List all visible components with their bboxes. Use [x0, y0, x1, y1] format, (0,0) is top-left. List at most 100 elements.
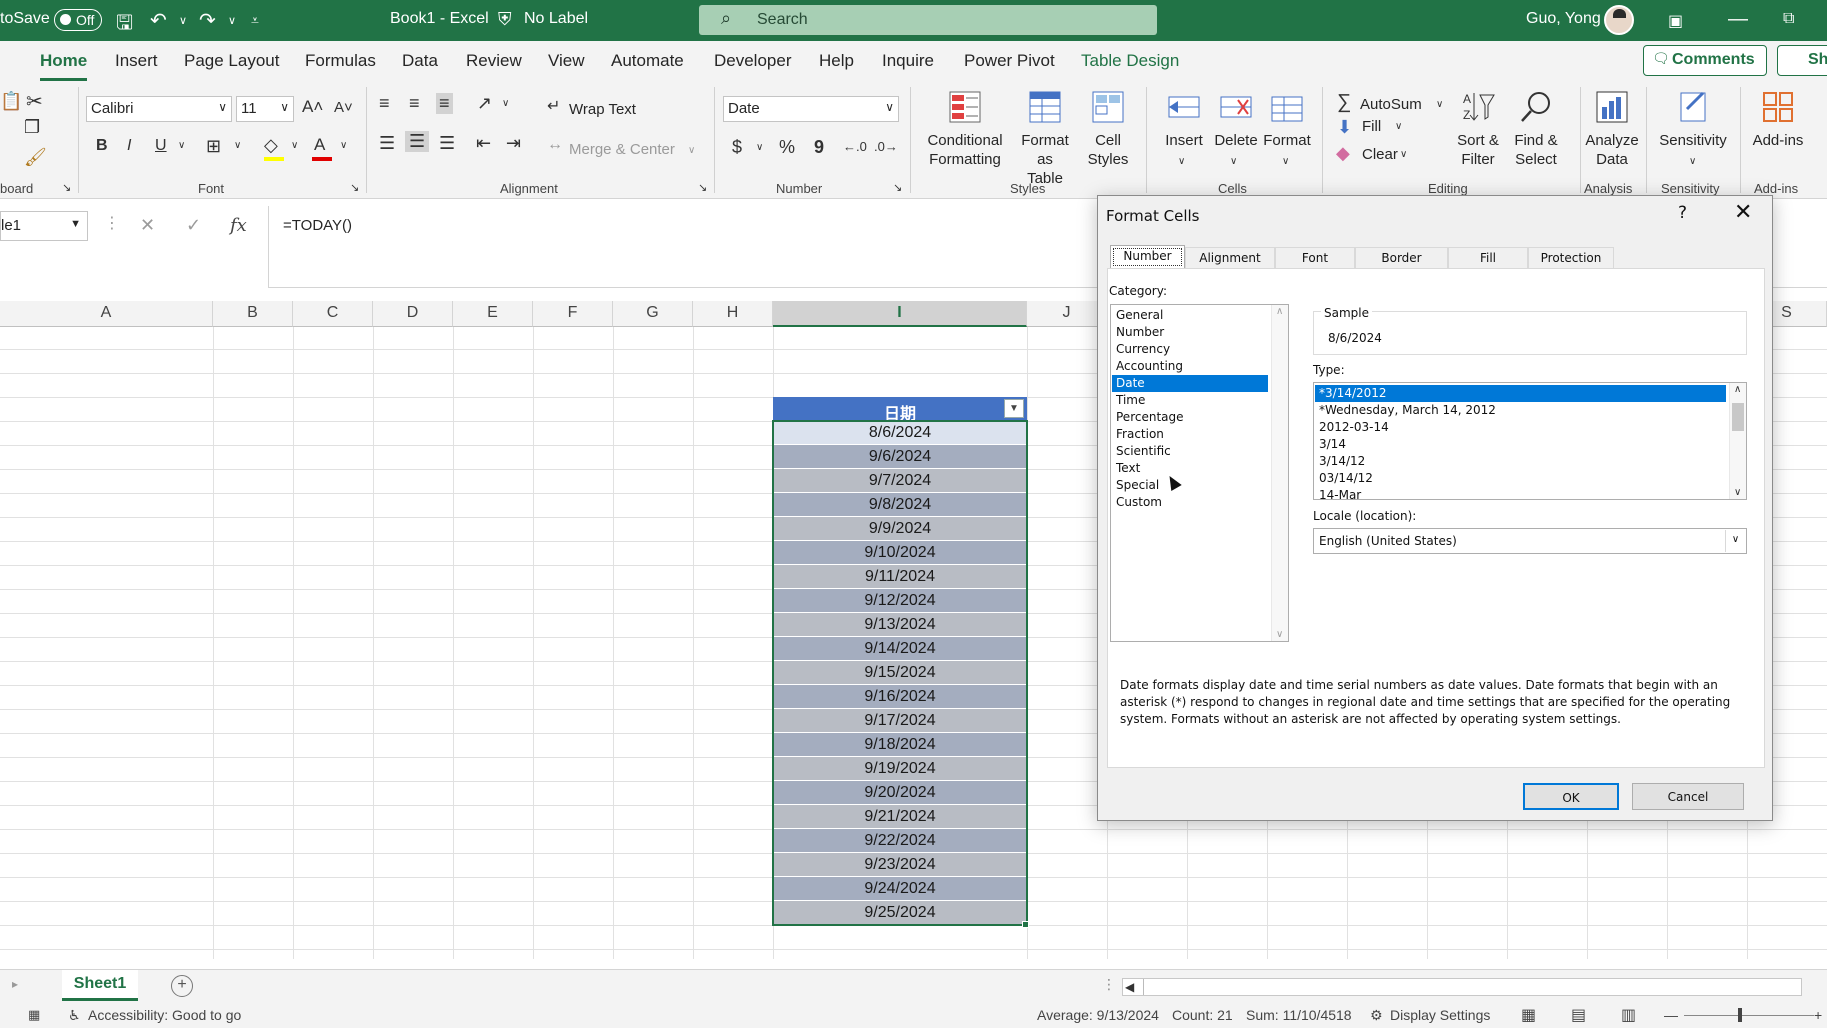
cell-styles-button[interactable]: Cell Styles — [1080, 89, 1136, 169]
conditional-formatting-button[interactable]: Conditional Formatting — [920, 89, 1010, 169]
redo-dropdown-icon[interactable]: ∨ — [228, 14, 236, 27]
restore-icon[interactable]: ⧉ — [1783, 10, 1794, 28]
tab-automate[interactable]: Automate — [611, 51, 684, 71]
autosum-icon[interactable]: ∑ — [1337, 91, 1351, 114]
insert-cells-button[interactable]: Insert — [1160, 89, 1208, 150]
font-color-icon[interactable]: A — [314, 135, 325, 155]
ribbon-display-icon[interactable]: ▣ — [1668, 11, 1683, 31]
autosave-toggle[interactable]: Off — [54, 9, 102, 31]
fill-down-icon[interactable]: ⬇ — [1337, 117, 1352, 138]
column-header-d[interactable]: D — [373, 301, 453, 327]
status-average[interactable]: Average: 9/13/2024 — [1037, 1007, 1159, 1023]
chevron-down-icon[interactable]: ∨ — [1725, 530, 1745, 552]
sensitivity-dropdown-icon[interactable]: ∨ — [1689, 156, 1696, 167]
accounting-dropdown-icon[interactable]: ∨ — [756, 142, 763, 153]
borders-dropdown-icon[interactable]: ∨ — [234, 140, 241, 151]
list-item[interactable]: *Wednesday, March 14, 2012 — [1315, 402, 1726, 419]
type-scrollbar[interactable]: ∧ ∨ — [1729, 383, 1746, 499]
status-count[interactable]: Count: 21 — [1172, 1007, 1233, 1023]
tab-font[interactable]: Font — [1275, 247, 1355, 269]
normal-view-icon[interactable]: ▦ — [1521, 1005, 1536, 1025]
delete-cells-button[interactable]: Delete — [1212, 89, 1260, 150]
format-dropdown-icon[interactable]: ∨ — [1282, 156, 1289, 167]
align-top-icon[interactable]: ≡ — [379, 93, 390, 114]
list-item-selected[interactable]: Date — [1112, 375, 1268, 392]
align-bottom-icon[interactable]: ≡ — [436, 93, 453, 114]
tab-inquire[interactable]: Inquire — [882, 51, 934, 71]
list-item[interactable]: 2012-03-14 — [1315, 419, 1726, 436]
scroll-down-icon[interactable]: ∨ — [1734, 487, 1741, 498]
filter-dropdown-icon[interactable]: ▼ — [1004, 399, 1024, 418]
list-item[interactable]: Fraction — [1112, 426, 1268, 443]
zoom-out-icon[interactable]: — — [1664, 1007, 1678, 1023]
wrap-text-icon[interactable]: ↵ — [547, 96, 560, 116]
addins-button[interactable]: Add-ins — [1742, 89, 1814, 150]
decrease-font-icon[interactable]: A˅ — [334, 99, 353, 116]
scroll-up-icon[interactable]: ∧ — [1276, 306, 1283, 317]
orientation-dropdown-icon[interactable]: ∨ — [502, 98, 509, 109]
name-box[interactable]: le1 ▼ — [0, 211, 88, 241]
copy-icon[interactable]: ❐ — [24, 117, 40, 138]
tab-border[interactable]: Border — [1355, 247, 1448, 269]
scroll-up-icon[interactable]: ∧ — [1734, 384, 1741, 395]
cancel-icon[interactable]: ✕ — [140, 215, 155, 236]
redo-icon[interactable]: ↷ — [199, 8, 216, 33]
fill-dropdown-icon[interactable]: ∨ — [1395, 121, 1402, 132]
zoom-slider[interactable] — [1684, 1015, 1814, 1016]
scroll-left-icon[interactable]: ◀ — [1125, 980, 1134, 994]
tab-home[interactable]: Home — [40, 51, 88, 81]
fill-color-dropdown-icon[interactable]: ∨ — [291, 140, 298, 151]
tab-formulas[interactable]: Formulas — [305, 51, 376, 71]
tab-help[interactable]: Help — [819, 51, 854, 71]
column-header-g[interactable]: G — [613, 301, 693, 327]
more-options-icon[interactable]: ⋮ — [104, 213, 120, 233]
tab-view[interactable]: View — [548, 51, 585, 71]
eraser-icon[interactable]: ◆ — [1336, 143, 1350, 164]
font-launcher-icon[interactable]: ↘ — [350, 181, 359, 194]
customize-qat-icon[interactable]: ⩡ — [251, 12, 259, 29]
undo-dropdown-icon[interactable]: ∨ — [179, 14, 187, 27]
align-middle-icon[interactable]: ≡ — [409, 93, 420, 114]
list-item[interactable]: Accounting — [1112, 358, 1268, 375]
list-item[interactable]: 3/14 — [1315, 436, 1726, 453]
minimize-icon[interactable]: — — [1728, 8, 1748, 31]
font-color-dropdown-icon[interactable]: ∨ — [340, 140, 347, 151]
enter-icon[interactable]: ✓ — [186, 215, 201, 236]
undo-icon[interactable]: ↶ — [150, 8, 167, 33]
decrease-indent-icon[interactable]: ⇤ — [476, 133, 491, 154]
list-item[interactable]: Number — [1112, 324, 1268, 341]
orientation-icon[interactable]: ↗ — [477, 93, 492, 114]
paste-icon[interactable]: 📋 — [0, 91, 22, 112]
underline-button[interactable]: U — [155, 137, 167, 155]
delete-dropdown-icon[interactable]: ∨ — [1230, 156, 1237, 167]
list-item[interactable]: Special — [1112, 477, 1268, 494]
borders-icon[interactable]: ⊞ — [206, 136, 221, 157]
number-launcher-icon[interactable]: ↘ — [893, 181, 902, 194]
format-as-table-button[interactable]: Format as Table — [1012, 89, 1078, 188]
align-left-icon[interactable]: ☰ — [379, 133, 395, 154]
split-handle-icon[interactable]: ⋮ — [1102, 976, 1116, 993]
increase-indent-icon[interactable]: ⇥ — [506, 133, 521, 154]
clear-dropdown-icon[interactable]: ∨ — [1400, 149, 1407, 160]
column-header-i[interactable]: I — [773, 301, 1027, 327]
insert-function-icon[interactable]: fx — [230, 215, 247, 236]
horizontal-scrollbar[interactable]: ◀ — [1122, 978, 1802, 996]
zoom-in-icon[interactable]: + — [1814, 1007, 1822, 1023]
tab-data[interactable]: Data — [402, 51, 438, 71]
analyze-data-button[interactable]: Analyze Data — [1582, 89, 1642, 169]
status-sum[interactable]: Sum: 11/10/4518 — [1246, 1007, 1352, 1023]
display-settings-icon[interactable]: ⚙ — [1370, 1007, 1383, 1024]
list-item[interactable]: Time — [1112, 392, 1268, 409]
sheet-tab-sheet1[interactable]: Sheet1 — [62, 970, 138, 1001]
column-header-h[interactable]: H — [693, 301, 773, 327]
list-item[interactable]: Custom — [1112, 494, 1268, 511]
list-item[interactable]: Scientific — [1112, 443, 1268, 460]
scroll-sheets-icon[interactable]: ▸ — [12, 977, 18, 991]
sensitivity-button[interactable]: Sensitivity — [1648, 89, 1738, 150]
list-item[interactable]: Percentage — [1112, 409, 1268, 426]
merge-dropdown-icon[interactable]: ∨ — [688, 145, 695, 156]
category-scrollbar[interactable]: ∧ ∨ — [1271, 305, 1288, 641]
comments-button[interactable]: Comments — [1643, 45, 1767, 76]
list-item[interactable]: Text — [1112, 460, 1268, 477]
fill-button[interactable]: Fill — [1362, 118, 1381, 135]
